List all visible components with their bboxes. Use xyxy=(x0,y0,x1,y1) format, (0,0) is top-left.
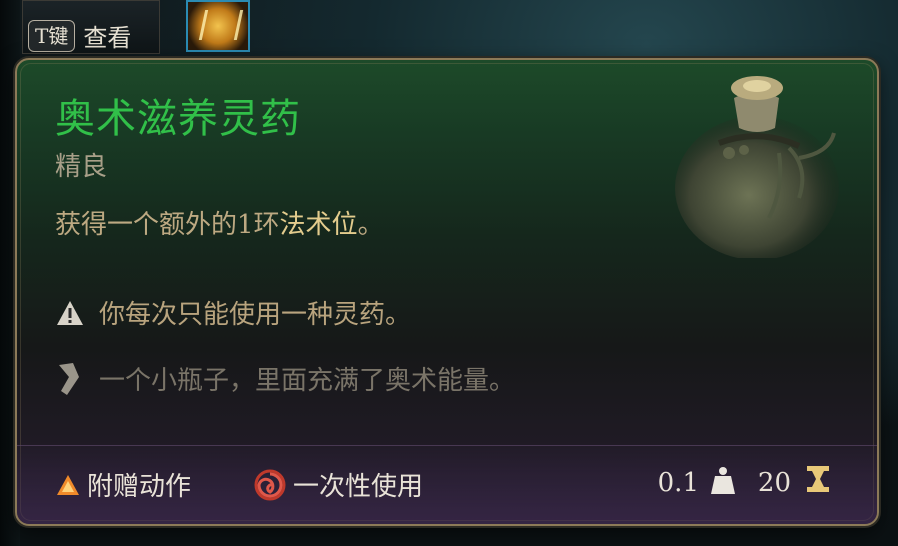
warning-text: 你每次只能使用一种灵药。 xyxy=(99,300,412,330)
single-use-label: 一次性使用 xyxy=(293,472,424,502)
item-tooltip: 奥术滋养灵药 精良 获得一个额外的1环法术位。 你每次只能使用一种灵药。 一个小… xyxy=(15,58,879,526)
bonus-action-label: 附赠动作 xyxy=(87,472,192,502)
item-rarity: 精良 xyxy=(55,152,108,182)
potion-bottle-icon xyxy=(675,76,839,258)
item-description: 获得一个额外的1环法术位。 xyxy=(55,204,384,241)
description-keyword-spell-slot[interactable]: 法术位 xyxy=(280,210,358,240)
flavor-text: 一个小瓶子，里面充满了奥术能量。 xyxy=(99,366,516,396)
bonus-action-triangle-icon xyxy=(57,474,79,495)
single-use-tag: 一次性使用 xyxy=(253,466,423,503)
flavor-row: 一个小瓶子，里面充满了奥术能量。 xyxy=(55,360,515,397)
tooltip-footer: 附赠动作 一次性使用 0.1 20 xyxy=(17,445,877,524)
key-cap-t: T键 xyxy=(28,19,76,52)
description-text: 获得一个额外的1环 xyxy=(55,210,280,240)
bonus-action-tag: 附赠动作 xyxy=(55,466,191,503)
warning-row: 你每次只能使用一种灵药。 xyxy=(55,294,411,331)
warning-triangle-icon xyxy=(57,300,83,325)
key-hint: T键 查看 xyxy=(28,18,131,53)
item-weight: 0.1 xyxy=(657,468,699,498)
item-title: 奥术滋养灵药 xyxy=(55,96,301,142)
hotbar-slot-scroll[interactable] xyxy=(186,0,250,52)
gold-value-icon xyxy=(807,466,829,492)
single-use-spiral-icon xyxy=(254,469,286,500)
item-value: 20 xyxy=(757,468,791,498)
weight-icon xyxy=(711,467,735,494)
scroll-quill-icon xyxy=(59,362,79,395)
scroll-rune-icon xyxy=(198,10,244,40)
key-hint-action: 查看 xyxy=(83,24,132,52)
description-suffix: 。 xyxy=(357,210,384,240)
